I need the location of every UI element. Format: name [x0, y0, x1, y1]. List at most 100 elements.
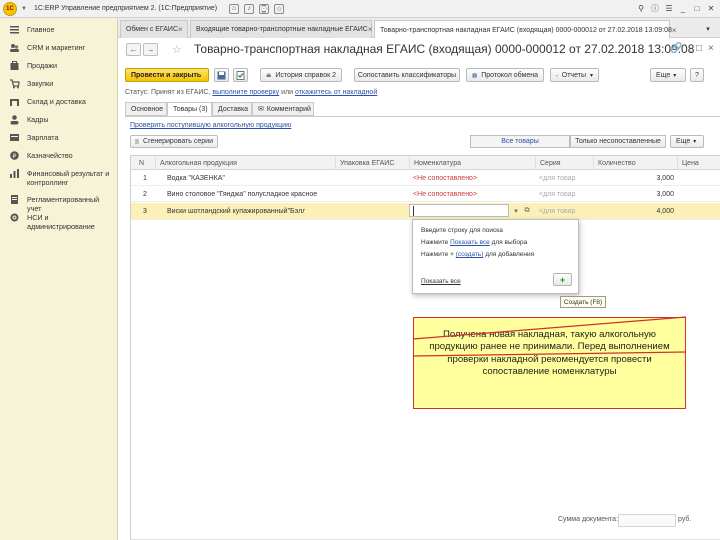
app-menu-caret-icon[interactable]: ▼	[20, 4, 28, 14]
close-icon[interactable]: ×	[672, 26, 677, 35]
app-title: 1С:ERP Управление предприятием 2. (1С:Пр…	[34, 5, 218, 12]
create-link[interactable]: (создать)	[456, 251, 484, 258]
history-icon[interactable]: ⌚	[259, 3, 270, 14]
chevron-down-icon: ▾	[693, 139, 697, 145]
sidebar-item-main[interactable]: Главное	[0, 22, 117, 40]
generate-series-button[interactable]: Сгенерировать серии	[130, 135, 218, 148]
sidebar-item-label: Закупки	[27, 79, 54, 88]
tab-incoming-waybills[interactable]: Входящие товарно-транспортные накладные …	[190, 20, 373, 38]
link-icon[interactable]: 🔗	[670, 43, 682, 54]
post-and-close-button[interactable]: Провести и закрыть	[125, 68, 209, 82]
sidebar-item-staff[interactable]: Кадры	[0, 112, 117, 130]
table-header: N Алкогольная продукция Упаковка ЕГАИС Н…	[131, 156, 720, 170]
show-all-link[interactable]: Показать все	[450, 239, 490, 246]
document-footer: Сумма документа: руб.	[118, 514, 720, 528]
table-row-selected[interactable]: 3 Виски шотландский купажированный"Бэллс…	[131, 203, 720, 220]
instruction-callout: Получена новая накладная, такую алкоголь…	[413, 317, 686, 409]
col-quantity[interactable]: Количество	[593, 156, 677, 170]
col-series[interactable]: Серия	[535, 156, 593, 170]
back-button[interactable]: ←	[126, 43, 141, 56]
filter-unmatched-only[interactable]: Только несопоставленные	[570, 135, 666, 148]
tab-goods[interactable]: Товары (3)	[167, 102, 212, 116]
run-check-link[interactable]: выполните проверку	[212, 89, 279, 96]
press-label: Нажмите	[421, 251, 449, 258]
bell-icon[interactable]: ♪	[244, 3, 255, 14]
sidebar-item-sales[interactable]: Продажи	[0, 58, 117, 76]
sidebar-item-finance[interactable]: Финансовый результат и контроллинг	[0, 166, 117, 192]
close-icon[interactable]: ×	[708, 43, 714, 54]
col-pack[interactable]: Упаковка ЕГАИС	[335, 156, 409, 170]
post-button[interactable]	[233, 68, 248, 82]
home-icon[interactable]: ⌂	[229, 3, 240, 14]
more-vert-icon[interactable]: ⋮	[686, 43, 696, 54]
save-button[interactable]	[214, 68, 229, 82]
protocol-icon	[472, 72, 477, 78]
tab-egais-exchange[interactable]: Обмен с ЕГАИС ×	[120, 20, 188, 38]
close-icon[interactable]: ✕	[706, 3, 716, 14]
col-price[interactable]: Цена	[677, 156, 720, 170]
col-nomenclature[interactable]: Номенклатура	[409, 156, 535, 170]
goods-more-button[interactable]: Еще ▾	[670, 135, 704, 148]
help-button[interactable]: ?	[690, 68, 704, 82]
favorites-icon[interactable]: ☆	[274, 3, 285, 14]
cell-series[interactable]: <для товар	[535, 203, 593, 220]
sidebar-item-purchases[interactable]: Закупки	[0, 76, 117, 94]
sidebar-item-salary[interactable]: Зарплата	[0, 130, 117, 148]
tab-waybill-document[interactable]: Товарно-транспортная накладная ЕГАИС (вх…	[374, 20, 677, 39]
post-document-icon	[236, 70, 245, 80]
tabs-more-icon[interactable]: ▾	[700, 20, 716, 38]
sidebar-item-accounting[interactable]: Регламентированный учет	[0, 192, 117, 213]
search-icon[interactable]: ⚲	[636, 3, 646, 14]
protocol-button-label: Протокол обмена	[481, 71, 538, 79]
popup-hint: Введите строку для поиска	[421, 227, 503, 234]
table-row[interactable]: 1 Водка "КАЗЕНКА" <Не сопоставлено> <для…	[131, 171, 720, 186]
more-button[interactable]: Еще ▾	[650, 68, 686, 82]
close-icon[interactable]: ×	[178, 25, 183, 34]
close-icon[interactable]: ×	[368, 25, 373, 34]
salary-icon	[10, 134, 19, 141]
cell-series[interactable]: <для товар	[535, 187, 593, 202]
maximize-icon[interactable]: □	[692, 3, 702, 14]
cell-series[interactable]: <для товар	[535, 171, 593, 186]
tab-main[interactable]: Основное	[125, 102, 167, 116]
cell-product: Вино столовое "Гянджа" полусладкое красн…	[167, 191, 318, 198]
open-icon[interactable]: ⧉	[522, 205, 532, 216]
sidebar-item-admin[interactable]: НСИ и администрирование	[0, 210, 117, 236]
history-button-label: История справок 2	[275, 71, 336, 79]
cell-quantity: 4,000	[656, 208, 674, 215]
reports-button[interactable]: Отчеты ▾	[550, 68, 599, 82]
cell-nomenclature[interactable]: <Не сопоставлено>	[409, 171, 535, 186]
refuse-waybill-link[interactable]: откажитесь от накладной	[295, 89, 377, 96]
forward-button[interactable]: →	[143, 43, 158, 56]
maximize-icon[interactable]: □	[696, 43, 702, 54]
status-prefix: Статус:	[125, 89, 150, 96]
tab-comment[interactable]: ✉ Комментарий	[252, 102, 314, 116]
table-row[interactable]: 2 Вино столовое "Гянджа" полусладкое кра…	[131, 187, 720, 202]
sidebar-item-warehouse[interactable]: Склад и доставка	[0, 94, 117, 112]
sidebar-item-treasury[interactable]: ₽ Казначейство	[0, 148, 117, 166]
sidebar-item-crm[interactable]: CRM и маркетинг	[0, 40, 117, 58]
staff-icon	[10, 115, 19, 125]
col-n[interactable]: N	[131, 156, 155, 170]
sidebar-item-label: Казначейство	[27, 151, 73, 160]
filter-all-goods[interactable]: Все товары	[470, 135, 570, 148]
menu-icon[interactable]: ☰	[664, 3, 674, 14]
create-button[interactable]: +	[553, 273, 572, 286]
col-product[interactable]: Алкогольная продукция	[155, 156, 335, 170]
match-classifiers-button[interactable]: Сопоставить классификаторы	[354, 68, 460, 82]
tab-delivery[interactable]: Доставка	[212, 102, 252, 116]
tab-label: Входящие товарно-транспортные накладные …	[196, 26, 368, 33]
minimize-icon[interactable]: _	[678, 3, 688, 14]
status-line: Статус: Принят из ЕГАИС, выполните прове…	[125, 89, 377, 96]
cell-n: 3	[143, 208, 147, 215]
exchange-protocol-button[interactable]: Протокол обмена	[466, 68, 544, 82]
info-icon[interactable]: ⓘ	[650, 3, 660, 14]
show-all-bottom-link[interactable]: Показать все	[421, 278, 461, 285]
cell-nomenclature[interactable]: <Не сопоставлено>	[409, 187, 535, 202]
check-alcohol-link[interactable]: Проверить поступившую алкогольную продук…	[130, 122, 291, 129]
favorite-star-icon[interactable]: ☆	[172, 43, 182, 56]
plus-icon: +	[559, 274, 566, 285]
nomenclature-search-input[interactable]	[409, 204, 509, 217]
history-button[interactable]: История справок 2	[260, 68, 342, 82]
dropdown-arrow-icon[interactable]: ▾	[511, 205, 521, 216]
